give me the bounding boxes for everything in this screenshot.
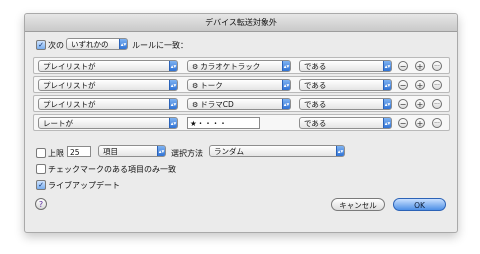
rule-row: プレイリストが ▴▾ ⚙ トーク ▴▾ である ▴▾ − + ··· — [33, 76, 450, 93]
rule-operator-select[interactable]: である ▴▾ — [299, 79, 392, 91]
rule-row: プレイリストが ▴▾ ⚙ ドラマCD ▴▾ である ▴▾ − + ··· — [33, 95, 450, 112]
rule-operator-value: である — [304, 62, 327, 71]
add-rule-button[interactable]: + — [415, 99, 425, 109]
more-rule-button[interactable]: ··· — [432, 80, 442, 90]
gear-icon: ⚙ — [192, 82, 199, 90]
limit-unit-select[interactable]: 項目 ▴▾ — [98, 145, 166, 157]
cancel-button[interactable]: キャンセル — [331, 198, 385, 211]
live-update-label: ライブアップデート — [48, 181, 120, 190]
gear-icon: ⚙ — [192, 101, 199, 109]
rule-value-text: ドラマCD — [200, 100, 234, 109]
add-rule-button[interactable]: + — [415, 118, 425, 128]
chevron-updown-icon: ▴▾ — [282, 99, 290, 109]
rule-row: レートが ▴▾ ★・・・・ である ▴▾ − + ··· — [33, 114, 450, 131]
rule-row: プレイリストが ▴▾ ⚙ カラオケトラック ▴▾ である ▴▾ − + ··· — [33, 57, 450, 74]
limit-count-input[interactable]: 25 — [67, 146, 91, 157]
remove-rule-button[interactable]: − — [398, 61, 408, 71]
rule-operator-value: である — [304, 119, 327, 128]
limit-unit-value: 項目 — [103, 147, 118, 156]
method-select[interactable]: ランダム ▴▾ — [209, 145, 345, 157]
rule-field-value: プレイリストが — [43, 62, 96, 71]
chevron-updown-icon: ▴▾ — [169, 99, 177, 109]
remove-rule-button[interactable]: − — [398, 80, 408, 90]
add-rule-button[interactable]: + — [415, 80, 425, 90]
rule-operator-value: である — [304, 100, 327, 109]
chevron-updown-icon: ▴▾ — [157, 146, 165, 156]
more-rule-button[interactable]: ··· — [432, 99, 442, 109]
match-suffix-label: ルールに一致： — [132, 41, 188, 50]
more-rule-button[interactable]: ··· — [432, 118, 442, 128]
rule-operator-select[interactable]: である ▴▾ — [299, 117, 392, 129]
rating-stars[interactable]: ★・・・・ — [187, 117, 260, 129]
rule-value-select[interactable]: ⚙ カラオケトラック ▴▾ — [187, 60, 291, 72]
rule-value-text: カラオケトラック — [200, 62, 261, 71]
rule-operator-select[interactable]: である ▴▾ — [299, 98, 392, 110]
checked-only-checkbox[interactable] — [36, 164, 46, 174]
match-mode-value: いずれかの — [71, 40, 109, 49]
gear-icon: ⚙ — [192, 63, 199, 71]
rule-field-select[interactable]: レートが ▴▾ — [38, 117, 178, 129]
dialog-window: デバイス転送対象外 ✓ 次の いずれかの ▴▾ ルールに一致： プレイリストが … — [24, 13, 458, 233]
chevron-updown-icon: ▴▾ — [383, 118, 391, 128]
limit-checkbox[interactable] — [36, 148, 46, 158]
rule-value-text: トーク — [200, 81, 223, 90]
help-button[interactable]: ? — [35, 198, 47, 210]
limit-label: 上限 — [48, 149, 64, 158]
chevron-updown-icon: ▴▾ — [169, 118, 177, 128]
ok-button[interactable]: OK — [393, 198, 446, 211]
chevron-updown-icon: ▴▾ — [383, 61, 391, 71]
chevron-updown-icon: ▴▾ — [119, 39, 127, 49]
chevron-updown-icon: ▴▾ — [383, 99, 391, 109]
chevron-updown-icon: ▴▾ — [383, 80, 391, 90]
rule-value-select[interactable]: ⚙ ドラマCD ▴▾ — [187, 98, 291, 110]
remove-rule-button[interactable]: − — [398, 118, 408, 128]
remove-rule-button[interactable]: − — [398, 99, 408, 109]
chevron-updown-icon: ▴▾ — [169, 61, 177, 71]
rule-field-select[interactable]: プレイリストが ▴▾ — [38, 60, 178, 72]
rule-field-select[interactable]: プレイリストが ▴▾ — [38, 79, 178, 91]
rule-operator-value: である — [304, 81, 327, 90]
match-checkbox[interactable]: ✓ — [36, 40, 46, 50]
match-prefix-label: 次の — [48, 41, 64, 50]
chevron-updown-icon: ▴▾ — [282, 80, 290, 90]
chevron-updown-icon: ▴▾ — [282, 61, 290, 71]
rule-field-value: レートが — [43, 119, 73, 128]
rule-field-value: プレイリストが — [43, 81, 96, 90]
method-label: 選択方法 — [171, 149, 203, 158]
rule-field-value: プレイリストが — [43, 100, 96, 109]
rule-operator-select[interactable]: である ▴▾ — [299, 60, 392, 72]
chevron-updown-icon: ▴▾ — [336, 146, 344, 156]
add-rule-button[interactable]: + — [415, 61, 425, 71]
more-rule-button[interactable]: ··· — [432, 61, 442, 71]
method-value: ランダム — [214, 147, 244, 156]
match-mode-select[interactable]: いずれかの ▴▾ — [66, 38, 128, 50]
rule-field-select[interactable]: プレイリストが ▴▾ — [38, 98, 178, 110]
chevron-updown-icon: ▴▾ — [169, 80, 177, 90]
checked-only-label: チェックマークのある項目のみ一致 — [48, 165, 176, 174]
rule-value-select[interactable]: ⚙ トーク ▴▾ — [187, 79, 291, 91]
live-update-checkbox[interactable]: ✓ — [36, 180, 46, 190]
window-title: デバイス転送対象外 — [25, 14, 457, 32]
